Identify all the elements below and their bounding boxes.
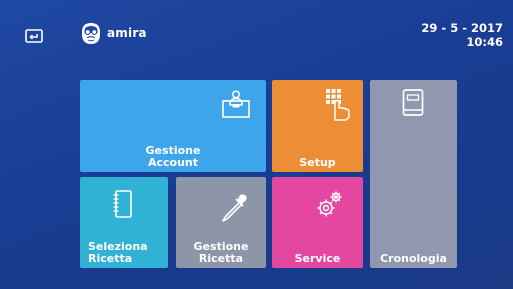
tile-gestione-ricetta-label: Gestione Ricetta	[176, 241, 266, 265]
tile-gestione-account-label: Gestione Account	[80, 145, 266, 169]
tile-seleziona-ricetta[interactable]: Seleziona Ricetta	[80, 177, 168, 268]
keypad-hand-icon	[326, 89, 350, 121]
label-line-2: Ricetta	[88, 252, 133, 265]
tile-setup[interactable]: Setup	[272, 80, 363, 172]
main-menu-screen: amira 29 - 5 - 2017 10:46 Gestione Accou…	[0, 0, 513, 289]
time-text: 10:46	[466, 35, 503, 49]
id-card-user-icon	[222, 90, 250, 118]
tile-gestione-account[interactable]: Gestione Account	[80, 80, 266, 172]
username: amira	[107, 26, 147, 40]
tile-cronologia-label: Cronologia	[380, 252, 447, 265]
bearded-user-icon	[82, 23, 100, 44]
tile-gestione-ricetta[interactable]: Gestione Ricetta	[176, 177, 266, 268]
gears-icon	[317, 191, 342, 217]
label-line-2: Account	[147, 156, 199, 169]
back-arrow-icon	[25, 29, 43, 43]
user-area[interactable]: amira	[78, 20, 147, 46]
date-time-display: 29 - 5 - 2017 10:46	[421, 21, 503, 49]
tile-service-label: Service	[294, 252, 341, 265]
tile-cronologia[interactable]: Cronologia	[370, 80, 457, 268]
label-line-2: Ricetta	[198, 252, 244, 265]
dropper-icon	[222, 194, 247, 222]
tile-service[interactable]: Service	[272, 177, 363, 268]
tile-setup-label: Setup	[299, 156, 336, 169]
back-button[interactable]	[24, 28, 44, 46]
date-text: 29 - 5 - 2017	[421, 21, 503, 35]
book-icon	[402, 89, 424, 116]
notebook-icon	[113, 190, 132, 218]
tile-seleziona-ricetta-label: Seleziona Ricetta	[88, 241, 168, 265]
